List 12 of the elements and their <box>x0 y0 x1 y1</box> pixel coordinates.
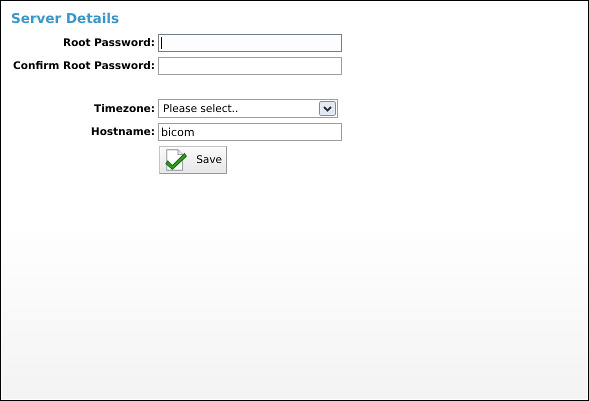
section-title: Server Details <box>11 10 120 28</box>
password-field[interactable] <box>158 57 342 75</box>
field-label: Hostname: <box>90 126 155 138</box>
field-label: Timezone: <box>93 102 155 114</box>
field-label: Confirm Root Password: <box>12 60 155 72</box>
timezone-dropdown[interactable]: Please select.. <box>158 99 338 118</box>
field-label: Root Password: <box>62 37 155 49</box>
document-checkmark-icon <box>164 148 188 172</box>
save-button[interactable]: Save <box>159 146 227 174</box>
password-field[interactable] <box>158 34 342 52</box>
input-field[interactable]: bicom <box>158 123 342 141</box>
chevron-down-icon <box>319 101 336 116</box>
